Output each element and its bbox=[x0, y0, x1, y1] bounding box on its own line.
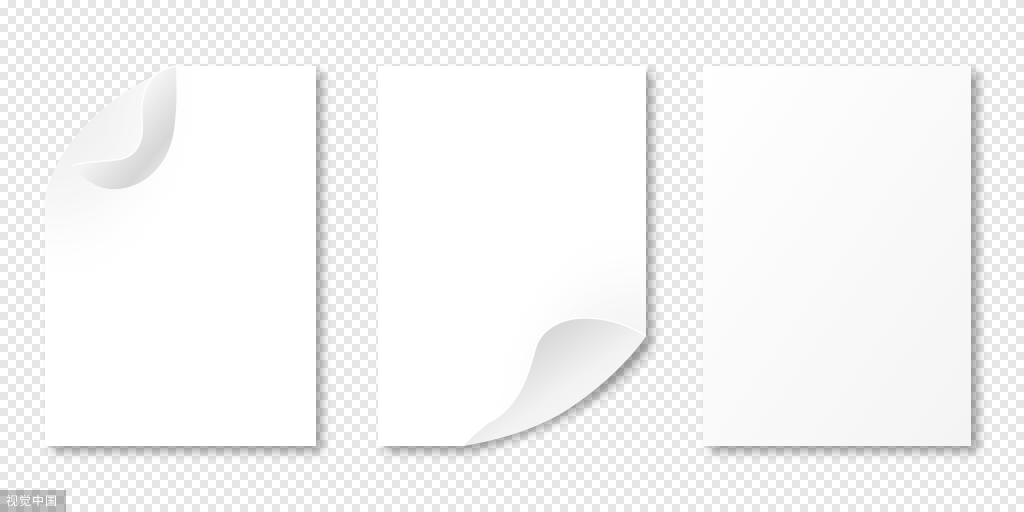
paper-sheet-curled-top-left bbox=[45, 65, 322, 452]
paper-sheet-flat bbox=[703, 66, 978, 452]
paper-sheet-curled-bottom-right bbox=[378, 66, 652, 452]
scene-canvas bbox=[45, 65, 978, 452]
inner-shade bbox=[45, 66, 316, 446]
sheet-body bbox=[703, 66, 971, 446]
watermark-label: 视觉中国 bbox=[0, 490, 67, 512]
